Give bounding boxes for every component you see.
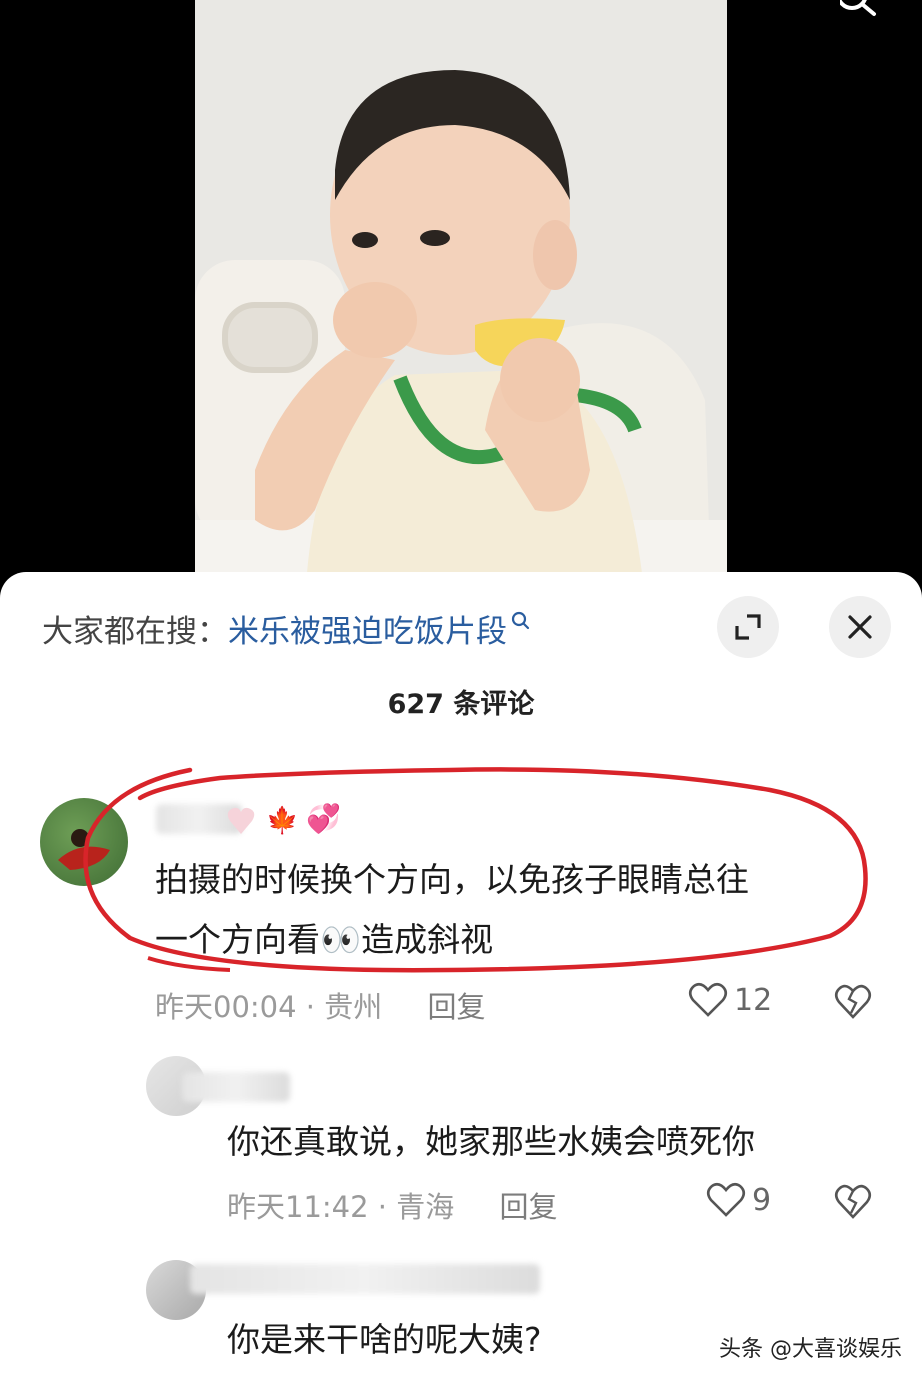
dislike-button[interactable] (834, 984, 872, 1020)
like-button[interactable]: 12 (688, 982, 772, 1018)
dislike-button[interactable] (834, 1184, 872, 1220)
comment-location: 贵州 (324, 990, 383, 1024)
like-button[interactable]: 9 (706, 1182, 771, 1218)
search-icon[interactable] (840, 0, 880, 20)
expand-button[interactable] (717, 596, 779, 658)
comment-count: 627 条评论 (387, 689, 535, 720)
trending-search-query[interactable]: 米乐被强迫吃饭片段 (228, 606, 507, 651)
reply-button[interactable]: 回复 (427, 990, 485, 1024)
like-count: 12 (734, 982, 773, 1018)
comment-meta: 昨天00:04 · 贵州 回复 (155, 984, 485, 1026)
username-blurred[interactable] (190, 1264, 540, 1294)
close-button[interactable] (829, 596, 891, 658)
heart-outline-icon (706, 1182, 746, 1217)
trending-search-label: 大家都在搜： (42, 613, 228, 650)
comment-time: 昨天00:04 (155, 990, 297, 1024)
heart-outline-icon (688, 982, 728, 1017)
like-count: 9 (752, 1182, 772, 1218)
username-blurred[interactable] (182, 1072, 290, 1102)
meta-separator: · (305, 990, 316, 1024)
close-icon (848, 615, 872, 639)
watermark: 头条 @大喜谈娱乐 (719, 1337, 902, 1362)
trending-search[interactable]: 大家都在搜： 米乐被强迫吃饭片段 (42, 606, 531, 650)
child-eating-photo (195, 0, 727, 600)
heart-emoji-icon (227, 807, 255, 834)
comment-sheet: 大家都在搜： 米乐被强迫吃饭片段 627 条评论 🍁 💞 拍摄的时候换个方向，以… (0, 572, 922, 1383)
comment-text-line1: 拍摄的时候换个方向，以免孩子眼睛总往 (155, 860, 749, 899)
comment-time: 昨天11:42 (227, 1190, 369, 1224)
reply-text: 你是来干啥的呢大姨? (227, 1320, 542, 1359)
two-hearts-icon: 💞 (306, 802, 341, 835)
search-icon (511, 611, 530, 630)
expand-icon (735, 614, 761, 640)
avatar[interactable] (40, 798, 128, 886)
reply-button[interactable]: 回复 (499, 1190, 557, 1224)
maple-leaf-icon: 🍁 (266, 806, 299, 836)
comment-meta: 昨天11:42 · 青海 回复 (227, 1184, 557, 1226)
video-frame (195, 0, 727, 600)
meta-separator: · (377, 1190, 388, 1224)
video-player[interactable] (0, 0, 922, 600)
reply-text: 你还真敢说，她家那些水姨会喷死你 (227, 1122, 755, 1161)
comment-location: 青海 (396, 1190, 455, 1224)
comment-text-line2: 一个方向看👀造成斜视 (155, 920, 494, 959)
